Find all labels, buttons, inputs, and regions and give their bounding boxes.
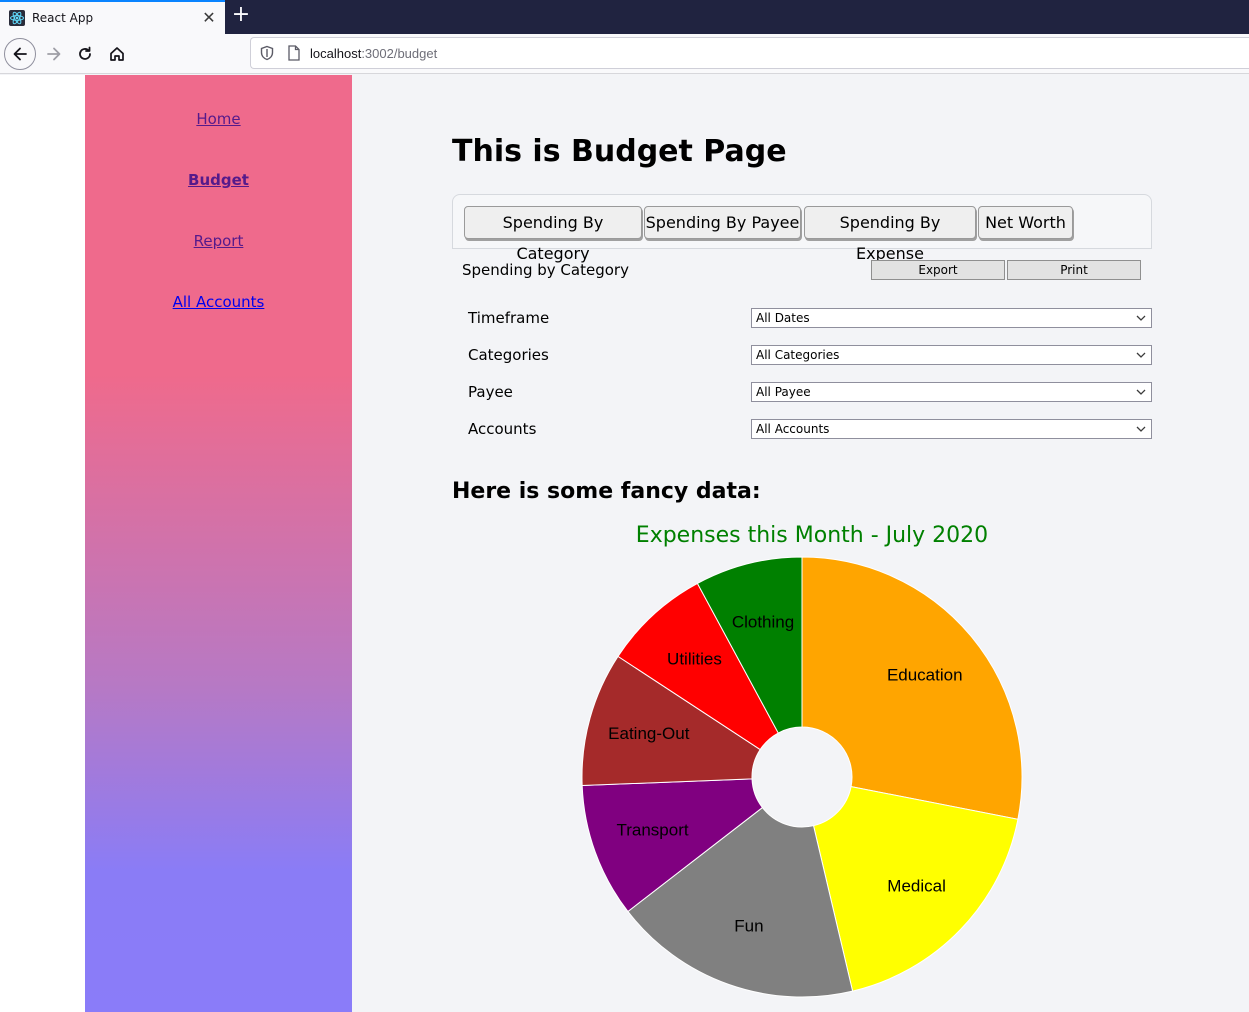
browser-toolbar: localhost:3002/budget (0, 34, 1249, 74)
close-tab-icon[interactable]: ✕ (198, 7, 220, 29)
new-tab-icon[interactable]: + (229, 4, 253, 28)
categories-select[interactable]: All Categories (751, 345, 1152, 365)
timeframe-label: Timeframe (468, 309, 550, 327)
tab-spending-by-category[interactable]: Spending By Category (464, 206, 642, 263)
reload-icon[interactable] (69, 38, 101, 70)
chevron-down-icon (1136, 352, 1146, 358)
tab-spending-by-payee[interactable]: Spending By Payee (644, 206, 801, 239)
pie-label-eating-out: Eating-Out (608, 724, 690, 743)
pie-label-transport: Transport (616, 821, 688, 840)
back-arrow-icon[interactable] (4, 38, 36, 70)
chart-title: Expenses this Month - July 2020 (635, 523, 989, 548)
timeframe-select[interactable]: All Dates (751, 308, 1152, 328)
export-button[interactable]: Export (871, 260, 1005, 280)
page-margin (0, 75, 85, 1012)
page-title: This is Budget Page (452, 134, 787, 169)
categories-label: Categories (468, 346, 549, 364)
payee-value: All Payee (756, 385, 811, 399)
report-tabs: Spending By Category Spending By Payee S… (452, 194, 1152, 263)
accounts-select[interactable]: All Accounts (751, 419, 1152, 439)
chevron-down-icon (1136, 389, 1146, 395)
pie-slice-education (801, 556, 1023, 820)
browser-tab[interactable]: React App ✕ (0, 0, 225, 34)
print-button[interactable]: Print (1007, 260, 1141, 280)
url-host: localhost (310, 45, 362, 61)
sidebar: Home Budget Report All Accounts (85, 75, 352, 1012)
pie-label-fun: Fun (734, 916, 763, 935)
accounts-value: All Accounts (756, 422, 830, 436)
accounts-label: Accounts (468, 420, 537, 438)
expenses-pie-chart: Education Medical Fun Transport Eating-Out Ut… (581, 556, 1023, 998)
sidebar-item-budget[interactable]: Budget (85, 171, 352, 189)
react-logo-icon (9, 10, 25, 26)
chevron-down-icon (1136, 426, 1146, 432)
pie-label-clothing: Clothing (732, 612, 794, 631)
forward-arrow-icon[interactable] (38, 38, 70, 70)
url-text[interactable]: localhost:3002/budget (310, 46, 437, 61)
pie-label-medical: Medical (887, 877, 946, 896)
tab-spending-by-expense[interactable]: Spending By Expense (804, 206, 976, 263)
payee-select[interactable]: All Payee (751, 382, 1152, 402)
shield-icon[interactable] (259, 45, 275, 61)
sidebar-item-all-accounts[interactable]: All Accounts (85, 293, 352, 311)
page-icon[interactable] (287, 45, 301, 61)
browser-tab-strip: React App ✕ + (0, 0, 1249, 34)
url-path: :3002/budget (361, 45, 438, 61)
address-bar[interactable]: localhost:3002/budget (250, 37, 1249, 69)
pie-label-utilities: Utilities (667, 649, 722, 668)
chevron-down-icon (1136, 315, 1146, 321)
sidebar-item-report[interactable]: Report (85, 232, 352, 250)
fancy-data-heading: Here is some fancy data: (452, 479, 761, 504)
browser-tab-title: React App (32, 11, 94, 25)
tab-net-worth[interactable]: Net Worth (978, 206, 1073, 239)
timeframe-value: All Dates (756, 311, 810, 325)
page-content: Home Budget Report All Accounts This is … (0, 75, 1249, 1012)
section-heading: Spending by Category (462, 261, 629, 279)
categories-value: All Categories (756, 348, 840, 362)
home-icon[interactable] (101, 38, 133, 70)
sidebar-item-home[interactable]: Home (85, 110, 352, 128)
payee-label: Payee (468, 383, 513, 401)
pie-label-education: Education (887, 665, 963, 684)
